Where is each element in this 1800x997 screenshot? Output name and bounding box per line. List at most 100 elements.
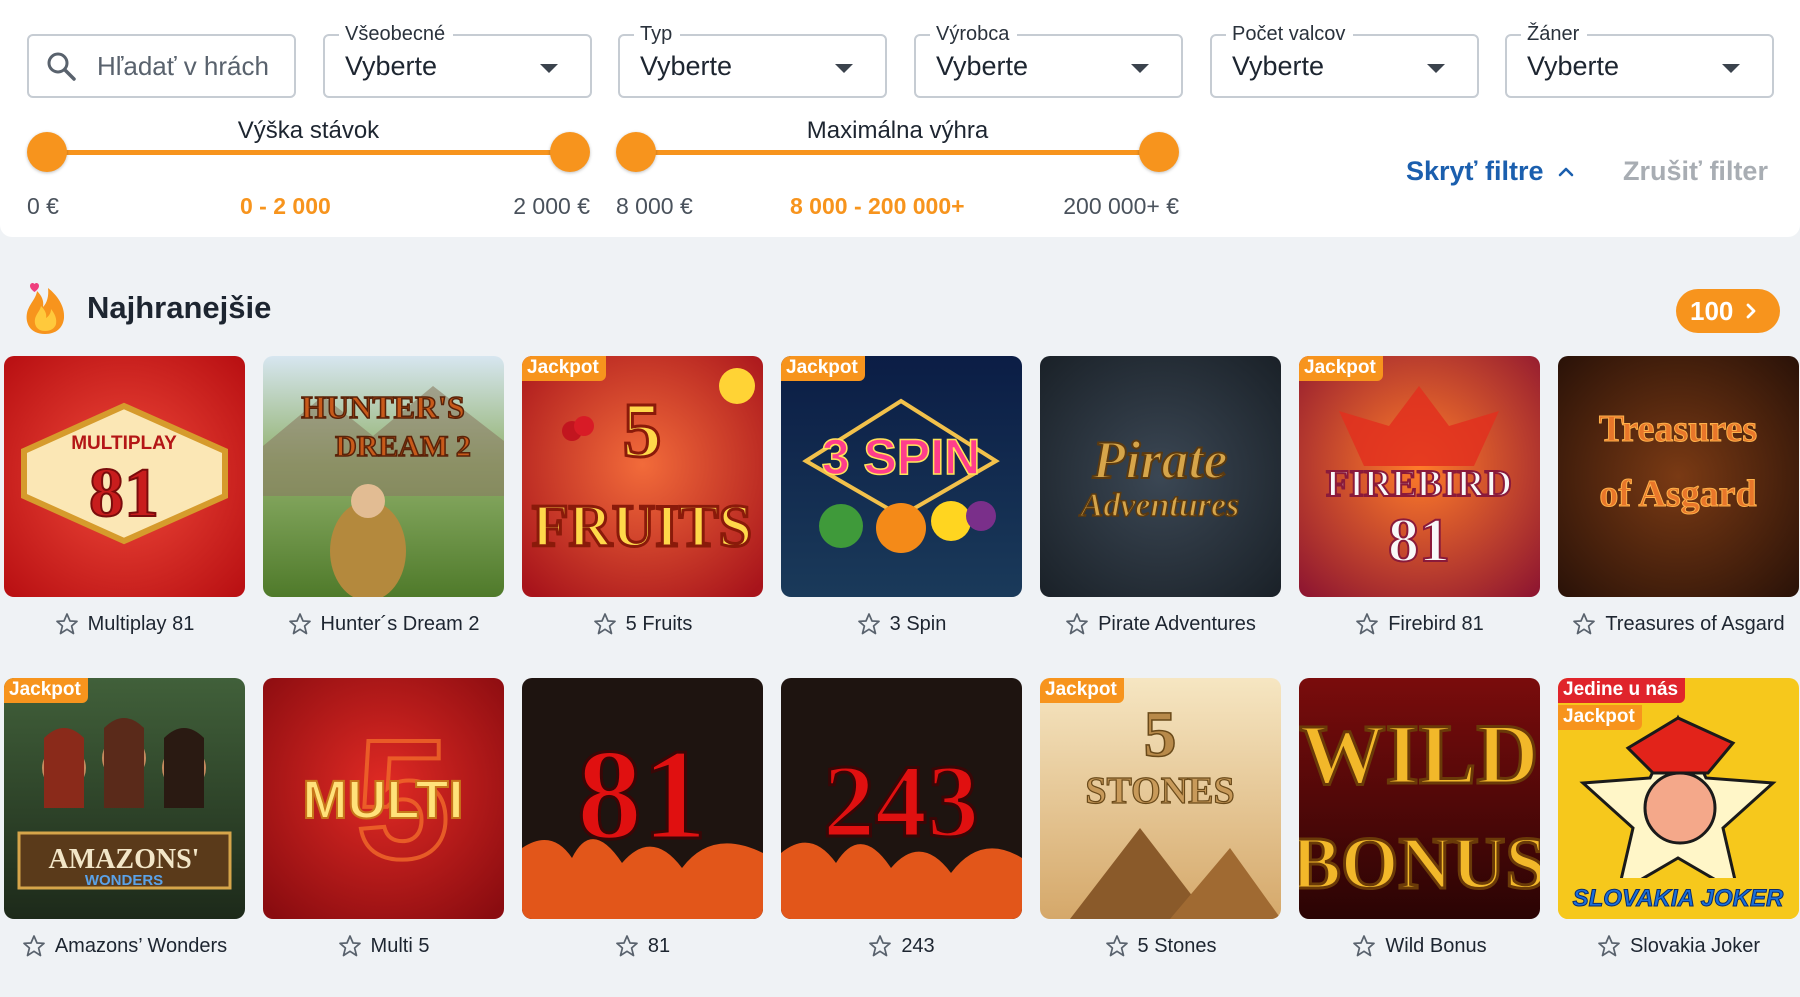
game-name[interactable]: 5 Stones [1138,935,1217,958]
game-card[interactable]: Jackpot AMAZONS' WONDERS Amazons’ Wonder… [4,678,245,971]
game-thumbnail[interactable]: Jackpot AMAZONS' WONDERS [4,678,245,919]
art-sub: FRUITS [532,493,752,559]
game-name[interactable]: Multiplay 81 [88,613,195,636]
game-card[interactable]: 81 81 [522,678,763,971]
card-footer: Hunter´s Dream 2 [263,599,504,649]
jackpot-badge: Jackpot [1558,705,1642,730]
star-outline-icon[interactable] [1065,612,1089,636]
star-outline-icon[interactable] [288,612,312,636]
art-title: Pirate [1092,430,1228,490]
game-name[interactable]: Slovakia Joker [1630,935,1760,958]
max-win-range-slider: Maximálna výhra 8 000 € 8 000 - 200 000+… [616,110,1179,220]
game-thumbnail[interactable]: Pirate Adventures [1040,356,1281,597]
art-sub: Adventures [1079,487,1240,524]
range-max-label: 2 000 € [513,193,590,219]
range-handle-max[interactable] [1139,132,1179,172]
star-outline-icon[interactable] [1597,934,1621,958]
range-handle-max[interactable] [550,132,590,172]
search-icon [47,52,76,81]
game-thumbnail[interactable]: WILD BONUS [1299,678,1540,919]
game-card[interactable]: HUNTER'S DREAM 2 Hunter´s Dream 2 [263,356,504,649]
fire-icon [26,282,65,334]
star-outline-icon[interactable] [338,934,362,958]
game-card[interactable]: Jackpot 5 FRUITS 5 Fruits [522,356,763,649]
star-outline-icon[interactable] [1352,934,1376,958]
card-footer: Treasures of Asgard [1558,599,1799,649]
range-handle-min[interactable] [616,132,656,172]
select-genre[interactable]: Žáner Vyberte [1505,23,1774,98]
game-card[interactable]: MULTIPLAY 81 Multiplay 81 [4,356,245,649]
game-thumbnail[interactable]: Jackpot FIREBIRD 81 [1299,356,1540,597]
range-track[interactable] [635,150,1160,155]
star-outline-icon[interactable] [22,934,46,958]
card-footer: 3 Spin [781,599,1022,649]
star-outline-icon[interactable] [857,612,881,636]
select-provider[interactable]: Výrobca Vyberte [914,23,1183,98]
game-card[interactable]: Jedine u nás Jackpot SLOVAKIA JOKER Slov… [1558,678,1799,971]
clear-filter-button[interactable]: Zrušiť filter [1623,156,1768,187]
star-outline-icon[interactable] [1572,612,1596,636]
game-card[interactable]: 5 MULTI Multi 5 [263,678,504,971]
art-title: Treasures [1599,408,1757,450]
jackpot-badge: Jackpot [522,356,606,381]
game-card[interactable]: Jackpot FIREBIRD 81 Firebird 81 [1299,356,1540,649]
art-title: HUNTER'S [301,389,465,425]
game-card[interactable]: WILD BONUS Wild Bonus [1299,678,1540,971]
select-type[interactable]: Typ Vyberte [618,23,887,98]
star-outline-icon[interactable] [868,934,892,958]
card-footer: 81 [522,921,763,971]
game-thumbnail[interactable]: Treasures of Asgard [1558,356,1799,597]
game-thumbnail[interactable]: 81 [522,678,763,919]
art-sub: 81 [1388,507,1450,575]
game-thumbnail[interactable]: 243 [781,678,1022,919]
game-name[interactable]: 3 Spin [890,613,947,636]
card-footer: Slovakia Joker [1558,921,1799,971]
star-outline-icon[interactable] [615,934,639,958]
star-outline-icon[interactable] [1105,934,1129,958]
art-sub: STONES [1085,770,1234,812]
game-name[interactable]: Hunter´s Dream 2 [321,613,480,636]
caret-down-icon [1722,64,1740,73]
search-input[interactable]: Hľadať v hrách [27,34,296,98]
caret-down-icon [1427,64,1445,73]
game-name[interactable]: Wild Bonus [1385,935,1486,958]
range-handle-min[interactable] [27,132,67,172]
game-card[interactable]: 243 243 [781,678,1022,971]
exclusive-badge: Jedine u nás [1558,678,1686,703]
game-thumbnail[interactable]: 5 MULTI [263,678,504,919]
select-reels[interactable]: Počet valcov Vyberte [1210,23,1479,98]
select-label: Počet valcov [1226,23,1354,45]
game-name[interactable]: Pirate Adventures [1098,613,1256,636]
game-card[interactable]: Jackpot 3 SPIN 3 Spin [781,356,1022,649]
star-outline-icon[interactable] [55,612,79,636]
game-card[interactable]: Treasures of Asgard Treasures of Asgard [1558,356,1799,649]
range-track[interactable] [46,150,571,155]
star-outline-icon[interactable] [1355,612,1379,636]
game-name[interactable]: Amazons’ Wonders [55,935,227,958]
game-card[interactable]: Pirate Adventures Pirate Adventures [1040,356,1281,649]
jackpot-badge: Jackpot [4,678,88,703]
game-card[interactable]: Jackpot 5 STONES 5 Stones [1040,678,1281,971]
select-value: Vyberte [1232,51,1325,81]
chevron-right-icon [1746,303,1756,319]
game-thumbnail[interactable]: MULTIPLAY 81 [4,356,245,597]
card-footer: Amazons’ Wonders [4,921,245,971]
game-thumbnail[interactable]: Jedine u nás Jackpot SLOVAKIA JOKER [1558,678,1799,919]
game-name[interactable]: 81 [648,935,670,958]
star-outline-icon[interactable] [593,612,617,636]
game-thumbnail[interactable]: Jackpot 5 FRUITS [522,356,763,597]
game-name[interactable]: 5 Fruits [626,613,693,636]
game-thumbnail[interactable]: HUNTER'S DREAM 2 [263,356,504,597]
select-value: Vyberte [936,51,1029,81]
art-title: WILD [1300,706,1539,802]
hide-filters-button[interactable]: Skryť filtre [1406,156,1574,187]
game-name[interactable]: Firebird 81 [1388,613,1484,636]
game-thumbnail[interactable]: Jackpot 5 STONES [1040,678,1281,919]
game-name[interactable]: Treasures of Asgard [1605,613,1784,636]
game-name[interactable]: Multi 5 [371,935,430,958]
game-name[interactable]: 243 [901,935,934,958]
caret-down-icon [540,64,558,73]
view-all-button[interactable]: 100 [1676,289,1780,333]
select-general[interactable]: Všeobecné Vyberte [323,23,592,98]
game-thumbnail[interactable]: Jackpot 3 SPIN [781,356,1022,597]
